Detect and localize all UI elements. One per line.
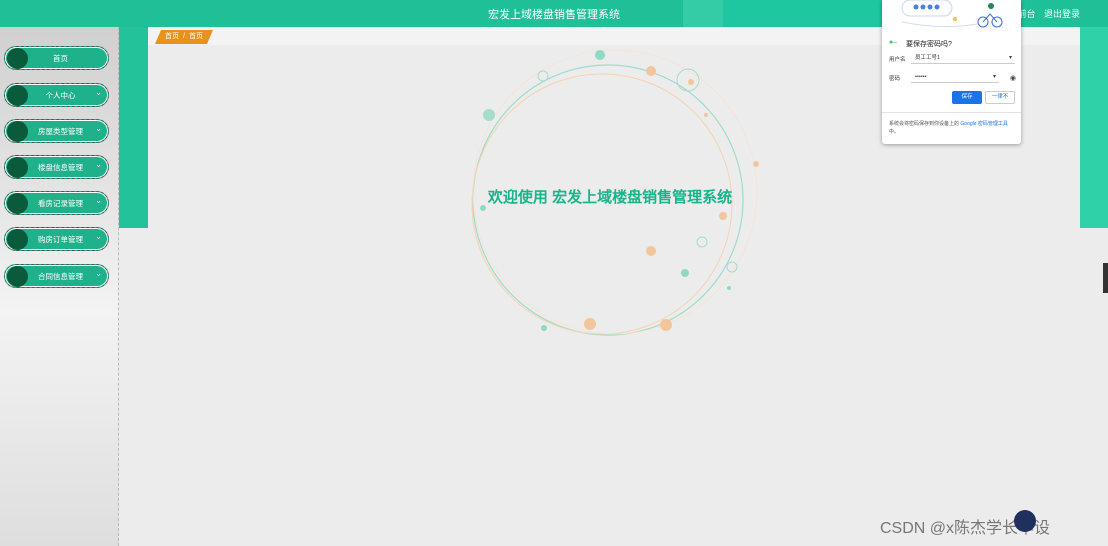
breadcrumb-separator: / [183, 33, 185, 40]
save-password-button[interactable]: 保存 [952, 91, 982, 104]
welcome-message: 欢迎使用 宏发上域楼盘销售管理系统 [487, 189, 733, 206]
breadcrumb: 首页 / 首页 [155, 30, 213, 44]
password-manager-link[interactable]: Google 密码管理工具 [960, 121, 1008, 127]
password-value: •••••• [915, 74, 927, 80]
menu-dot-icon [7, 229, 28, 250]
username-value: 员工工号1 [915, 55, 941, 61]
menu-dot-icon [7, 157, 28, 178]
watermark-avatar [1014, 510, 1036, 532]
save-password-popup: ●– 要保存密码吗? 用户名 员工工号1 ▾ 密码 •••••• ▾ ◉ 保存 … [882, 0, 1021, 144]
green-band-right [1080, 27, 1108, 228]
sidebar-item-label: 购房订单管理 [38, 235, 83, 244]
sidebar-item-viewing-records[interactable]: 看房记录管理 ⌄ [4, 191, 109, 215]
chevron-down-icon: ⌄ [95, 232, 102, 241]
footer-text: 系统会将密码保存到你设备上的 [889, 121, 960, 127]
never-save-button[interactable]: 一律不 [985, 91, 1015, 104]
sidebar-item-label: 个人中心 [45, 91, 76, 100]
sidebar-item-purchase-orders[interactable]: 购房订单管理 ⌄ [4, 227, 109, 251]
password-label: 密码 [889, 76, 901, 82]
username-label: 用户名 [889, 57, 906, 63]
menu-dot-icon [7, 48, 28, 69]
caret-down-icon: ▾ [992, 74, 996, 80]
sidebar-item-contracts[interactable]: 合同信息管理 ⌄ [4, 264, 109, 288]
popup-title: 要保存密码吗? [906, 41, 952, 48]
chevron-down-icon: ⌄ [95, 124, 102, 133]
chevron-down-icon: ⌄ [95, 196, 102, 205]
cyclist-illustration-icon [901, 0, 1003, 28]
sidebar-item-label: 首页 [53, 54, 68, 63]
breadcrumb-current: 首页 [188, 33, 203, 40]
breadcrumb-home[interactable]: 首页 [165, 33, 179, 40]
sidebar-item-house-types[interactable]: 房屋类型管理 ⌄ [4, 119, 109, 143]
sidebar-item-label: 看房记录管理 [38, 199, 83, 208]
chevron-down-icon: ⌄ [95, 269, 102, 278]
side-tab-handle[interactable] [1103, 263, 1108, 293]
header-links: 前台 退出登录 [1011, 7, 1080, 20]
sidebar-item-property-info[interactable]: 楼盘信息管理 ⌄ [4, 155, 109, 179]
key-icon: ●– [889, 39, 898, 46]
eye-icon[interactable]: ◉ [1010, 74, 1016, 82]
password-field[interactable]: •••••• ▾ [911, 71, 999, 83]
menu-dot-icon [7, 121, 28, 142]
username-field[interactable]: 员工工号1 ▾ [911, 52, 1015, 64]
sidebar: 首页 个人中心 ⌄ 房屋类型管理 ⌄ 楼盘信息管理 ⌄ 看房记录管理 ⌄ 购房订… [0, 27, 119, 546]
menu-dot-icon [7, 193, 28, 214]
sidebar-item-profile[interactable]: 个人中心 ⌄ [4, 83, 109, 107]
caret-down-icon: ▾ [1008, 55, 1012, 61]
menu-dot-icon [7, 85, 28, 106]
popup-divider [882, 112, 1021, 113]
menu-dot-icon [7, 266, 28, 287]
chevron-down-icon: ⌄ [95, 160, 102, 169]
sidebar-item-home[interactable]: 首页 [4, 46, 109, 70]
popup-footer: 系统会将密码保存到你设备上的 Google 密码管理工具中。 [889, 120, 1017, 136]
sidebar-item-label: 合同信息管理 [38, 272, 83, 281]
chevron-down-icon: ⌄ [95, 88, 102, 97]
logout-link[interactable]: 退出登录 [1044, 9, 1080, 19]
sidebar-item-label: 房屋类型管理 [38, 127, 83, 136]
sidebar-item-label: 楼盘信息管理 [38, 163, 83, 172]
footer-end: 中。 [889, 129, 900, 135]
